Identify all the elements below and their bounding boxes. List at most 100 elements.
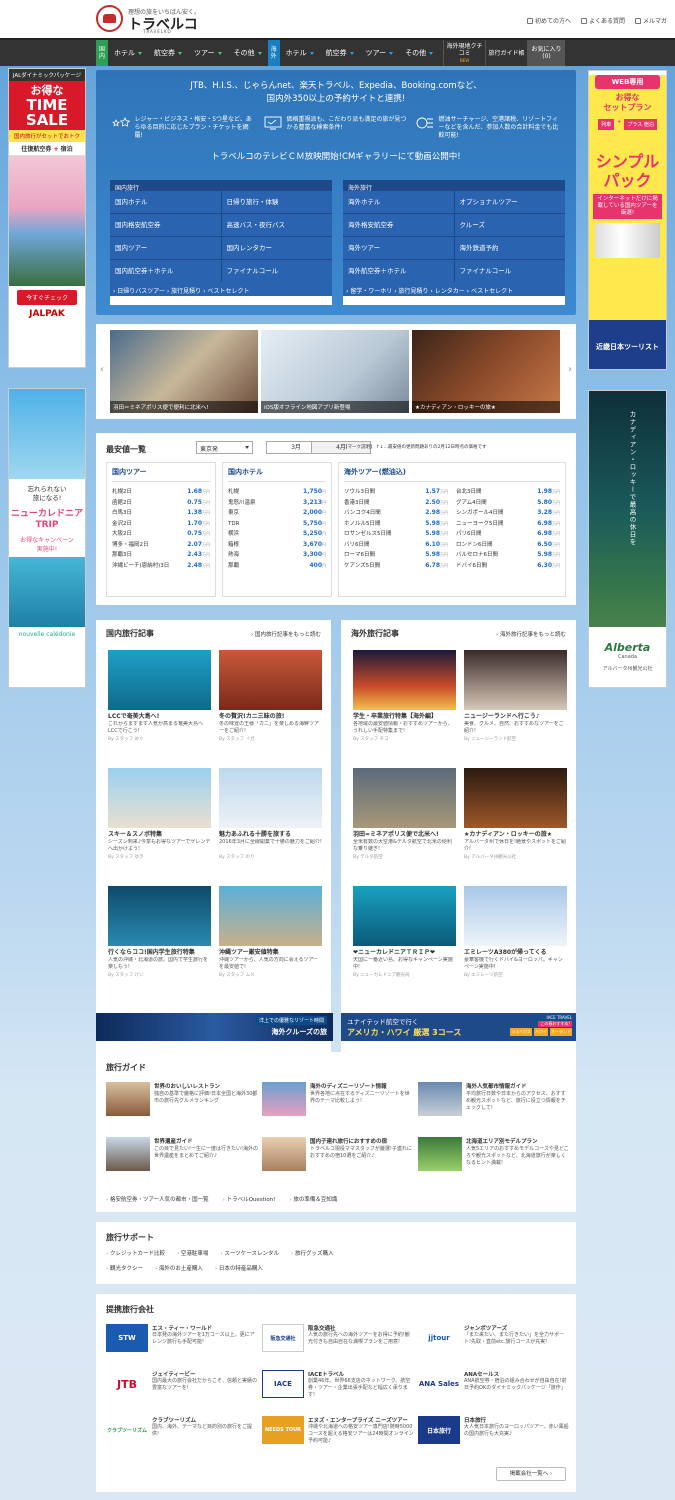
guide-link[interactable]: 旅の準備＆豆知識 [289, 1195, 337, 1203]
price-row[interactable]: 札幌2日 1.68万円 [112, 487, 210, 498]
article-card[interactable]: 冬の贅沢!カニ三昧の旅! 冬の味覚の王様「カニ」を楽しめる海鮮ツアーをご紹介! By… [219, 650, 322, 742]
support-link[interactable]: 空港駐車場 [177, 1249, 209, 1257]
price-row[interactable]: ローマ6日間 5.98万円 [344, 550, 448, 561]
overseas-link[interactable]: オプショナルツアー [454, 191, 565, 213]
overseas-sublinks[interactable]: › 留学・ワーホリ › 旅行見積り › レンタカー › ベストセレクト [343, 282, 565, 296]
price-row[interactable]: 大阪2日 0.75万円 [112, 529, 210, 540]
price-row[interactable]: 香港3日間 2.50万円 [344, 498, 448, 509]
domestic-link[interactable]: 高速バス・夜行バス [221, 214, 332, 236]
support-link[interactable]: 海外のお土産購入 [155, 1264, 203, 1272]
guide-link[interactable]: トラベルQuestion! [223, 1195, 276, 1203]
price-row[interactable]: 台北3日間 1.98万円 [456, 487, 560, 498]
price-row[interactable]: 沖縄ビーチ(恩納村)3日 2.48万円 [112, 561, 210, 572]
site-logo[interactable]: 理想の旅をいちばん安く。 トラベルコ TRAVELKO [96, 5, 206, 34]
price-row[interactable]: シンガポール4日間 3.28万円 [456, 508, 560, 519]
overseas-link[interactable]: 海外格安航空券 [343, 214, 454, 236]
guide-item[interactable]: 北海道エリア別モデルプラン 人気5エリアのおすすめモデルコースや見どころや観光スポ… [418, 1137, 570, 1177]
nav-kuchikomi[interactable]: 海外現地クチコミ NEW [443, 40, 485, 66]
domestic-more-link[interactable]: › 国内旅行記事をもっと読む [251, 630, 321, 638]
guide-item[interactable]: 海外のディズニーリゾート情報 世界各地に点在するディズニーリゾートを世界のテーマ比… [262, 1082, 414, 1122]
price-row[interactable]: ドバイ6日間 6.30万円 [456, 561, 560, 572]
guide-item[interactable]: 国内子連れ旅行におすすめの宿 トラベルコ現役ママスタッフが厳選!子連れにおすすめの… [262, 1137, 414, 1177]
price-row[interactable]: 那覇3日 2.43万円 [112, 550, 210, 561]
nav-domestic-hotel[interactable]: ホテル [108, 40, 148, 66]
domestic-link[interactable]: 国内航空券＋ホテル [110, 260, 221, 282]
kinki-ad[interactable]: WEB専用 お得な セットプラン 列車 + プラス 宿泊 シンプル パック インター… [588, 70, 667, 370]
nav-domestic-tour[interactable]: ツアー [188, 40, 228, 66]
guide-item[interactable]: 世界遺産ガイド この目で見たい!一生に一度は行きたい!海外の世界遺産をまとめてご紹… [106, 1137, 258, 1177]
carousel-slide[interactable]: iOS版オフライン地図アプリ新登場 [261, 330, 409, 413]
price-row[interactable]: 博多・福岡2日 2.07万円 [112, 540, 210, 551]
alberta-ad[interactable]: カナディアン・ロッキーで最高の休日を Travel Alberta / Paul… [588, 390, 667, 688]
price-row[interactable]: バルセロナ6日間 5.98万円 [456, 550, 560, 561]
overseas-link[interactable]: 海外鉄道予約 [454, 237, 565, 259]
domestic-link[interactable]: ファイナルコール [221, 260, 332, 282]
partner-item[interactable]: クラブツーリズム クラブツーリズム 国内、海外、テーマなど目的別の旅行をご提供! [106, 1416, 258, 1454]
article-card[interactable]: 学生・卒業旅行特集【海外編】 各地域の最安値情報・おすすめツアーから、うれしい手配… [353, 650, 456, 742]
article-card[interactable]: ★カナディアン・ロッキーの旅★ アルバータ州で休日を!絶景やスポットをご紹介! By… [464, 768, 567, 860]
faq-link[interactable]: よくある質問 [580, 16, 625, 25]
price-row[interactable]: ロンドン6日間 6.50万円 [456, 540, 560, 551]
nav-overseas-tour[interactable]: ツアー [360, 40, 400, 66]
price-row[interactable]: バンコク4日間 2.98万円 [344, 508, 448, 519]
support-link[interactable]: 観光タクシー [106, 1264, 143, 1272]
domestic-link[interactable]: 国内格安航空券 [110, 214, 221, 236]
partner-item[interactable]: 日本旅行 日本旅行 大人気日本旅行のヨーロッパツアー、赤い風船の国内旅行も大充実♪ [418, 1416, 570, 1454]
article-card[interactable]: 行くならココ!国内学生旅行特集 人気の沖縄・北海道の旅。国内で学生旅行を楽しもう!… [108, 886, 211, 978]
nav-domestic-air[interactable]: 航空券 [148, 40, 188, 66]
newsletter-link[interactable]: メルマガ [634, 16, 667, 25]
jalpak-ad[interactable]: JALダイナミックパッケージ お得な TIME SALE 国内旅行がセットでおト… [8, 68, 86, 368]
carousel-slide[interactable]: 羽田＝ミネアポリス便で便利に北米へ! [110, 330, 258, 413]
price-row[interactable]: バリ6日間 6.10万円 [344, 540, 448, 551]
article-card[interactable]: エミレーツA380が帰ってくる 豪華客機で行くドバイ&ヨーロッパ。キャンペーン実施… [464, 886, 567, 978]
price-row[interactable]: 鬼怒川温泉 3,213円 [228, 498, 326, 509]
article-card[interactable]: スキー＆スノボ特集 シーズン到来♪今季もお得なツアーでゲレンデへ出かけよう! By … [108, 768, 211, 860]
price-row[interactable]: 金沢2日 1.70万円 [112, 519, 210, 530]
support-link[interactable]: 日本の特産品購入 [215, 1264, 263, 1272]
article-card[interactable]: LCCで奄美大島へ! これからますます人気が高まる奄美大島へLCCで行こう! By … [108, 650, 211, 742]
support-link[interactable]: クレジットカード比較 [106, 1249, 165, 1257]
partner-item[interactable]: 阪急交通社 阪急交通社 人気の旅行先への海外ツアーをお得に予約!観光付きも自由自在な… [262, 1324, 414, 1362]
price-row[interactable]: 熱海 3,300円 [228, 550, 326, 561]
article-card[interactable]: ニュージーランドへ行こう♪ 美食、グルメ、自然、おすすめなツアーをご紹介! By ニ… [464, 650, 567, 742]
price-row[interactable]: 函館2日 0.75万円 [112, 498, 210, 509]
cruise-banner[interactable]: 洋上での優雅なリゾート時間 海外クルーズの旅 [96, 1013, 333, 1041]
chevron-left-icon[interactable]: ‹ [100, 364, 104, 375]
origin-select[interactable]: 東京発 [196, 441, 253, 454]
new-caledonia-ad[interactable]: 忘れられない 旅になる! ニューカレドニア TRIP お得なキャンペーン 実施中! n… [8, 388, 86, 688]
all-partners-button[interactable]: 掲載会社一覧へ › [496, 1467, 566, 1481]
price-row[interactable]: ソウル3日間 1.57万円 [344, 487, 448, 498]
carousel-slide[interactable]: ★カナディアン・ロッキーの旅★ [412, 330, 560, 413]
cm-announcement[interactable]: トラベルコのテレビＣＭ放映開始!CMギャラリーにて動画公開中! [96, 140, 576, 167]
price-row[interactable]: 那覇 400円 [228, 561, 326, 572]
united-banner[interactable]: ユナイテッド航空で行く アメリカ・ハワイ 厳選 3コース IACE TRAVEL… [341, 1013, 576, 1041]
price-row[interactable]: 東京 2,000円 [228, 508, 326, 519]
price-row[interactable]: TDR 5,750円 [228, 519, 326, 530]
guide-item[interactable]: 世界のおいしいレストラン 独自の基準で厳格に評価!日本全国と海外30都市の旅行先グ… [106, 1082, 258, 1122]
article-card[interactable]: 魅力あふれる十勝を旅する 2016年3月に全線開業で十勝の魅力をご紹介! By スタ… [219, 768, 322, 860]
price-row[interactable]: 札幌 1,750円 [228, 487, 326, 498]
overseas-more-link[interactable]: › 海外旅行記事をもっと読む [496, 630, 566, 638]
price-row[interactable]: ロサンゼルス5日間 5.98万円 [344, 529, 448, 540]
price-row[interactable]: ニューヨーク5日間 6.98万円 [456, 519, 560, 530]
support-link[interactable]: スーツケースレンタル [220, 1249, 279, 1257]
price-row[interactable]: ホノルル5日間 5.98万円 [344, 519, 448, 530]
price-row[interactable]: ケアンズ5日間 6.78万円 [344, 561, 448, 572]
chevron-right-icon[interactable]: › [568, 364, 572, 375]
ad-check-button[interactable]: 今すぐチェック [17, 290, 77, 305]
partner-item[interactable]: NEEDS TOUR エヌズ・エンタープライズ ニーズツアー 沖縄や北海道への格安ツ… [262, 1416, 414, 1454]
price-row[interactable]: 箱根 3,670円 [228, 540, 326, 551]
article-card[interactable]: 沖縄ツアー厳安値特集 沖縄ツアーから、人気の方向に会えるツアーを最安値で! By ス… [219, 886, 322, 978]
partner-item[interactable]: IACE IACEトラベル 創業46年、世界66支店のネットワーク。航空券・ツアー・… [262, 1370, 414, 1408]
support-link[interactable]: 旅行グッズ購入 [291, 1249, 334, 1257]
nav-guide[interactable]: 旅行ガイド帳 [485, 40, 527, 66]
nav-favorites[interactable]: お気に入り (0) [527, 40, 565, 66]
domestic-link[interactable]: 国内ツアー [110, 237, 221, 259]
overseas-link[interactable]: ファイナルコール [454, 260, 565, 282]
guide-item[interactable]: 海外人気都市情報ガイド 平均旅行日数や日本からのアクセス、おすすめ観光スポットなど… [418, 1082, 570, 1122]
price-row[interactable]: 横浜 5,250円 [228, 529, 326, 540]
nav-overseas-other[interactable]: その他 [399, 40, 439, 66]
article-card[interactable]: 羽田=ミネアポリス便で北米へ! 全米有数の大空港&デルタ航空で北米の便利な乗り継ぎ… [353, 768, 456, 860]
price-row[interactable]: パリ6日間 6.98万円 [456, 529, 560, 540]
price-row[interactable]: 白馬3日 1.38万円 [112, 508, 210, 519]
